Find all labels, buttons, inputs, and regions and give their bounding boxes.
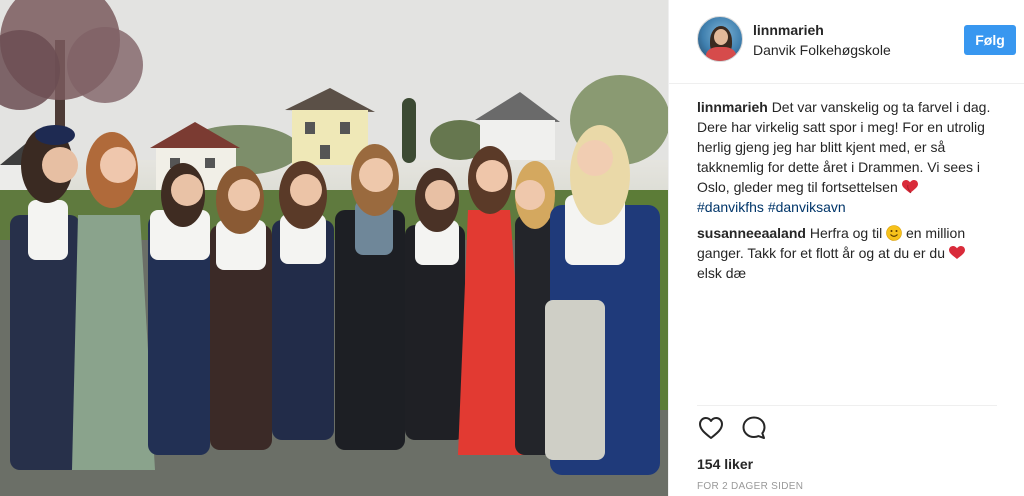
post-header: linnmarieh Danvik Folkehøgskole Følg [669, 0, 1024, 84]
header-location[interactable]: Danvik Folkehøgskole [753, 42, 891, 58]
caption: linnmarieh Det var vanskelig og ta farve… [697, 97, 1007, 217]
person-2 [72, 132, 155, 470]
smiley-emoji-icon [886, 225, 902, 241]
hashtag-link[interactable]: #danvikfhs [697, 199, 764, 215]
heart-outline-icon[interactable] [697, 414, 725, 442]
header-username[interactable]: linnmarieh [753, 22, 824, 38]
comment-text: Herfra og til [809, 225, 883, 241]
comment-username[interactable]: susanneeaaland [697, 225, 806, 241]
divider [697, 405, 997, 406]
comments-section: linnmarieh Det var vanskelig og ta farve… [697, 97, 1007, 289]
person-4 [210, 166, 272, 450]
post-sidebar: linnmarieh Danvik Folkehøgskole Følg lin… [668, 0, 1024, 496]
comment-item: susanneeaaland Herfra og til en million … [697, 223, 1007, 283]
person-6 [335, 144, 405, 450]
follow-button[interactable]: Følg [964, 25, 1016, 55]
caption-username[interactable]: linnmarieh [697, 99, 768, 115]
speech-bubble-icon[interactable] [740, 414, 768, 442]
likes-count[interactable]: 154 liker [697, 456, 753, 472]
avatar[interactable] [697, 16, 743, 62]
person-5 [272, 161, 334, 440]
post-photo[interactable] [0, 0, 668, 496]
photo-illustration [0, 0, 668, 496]
heart-emoji-icon [948, 246, 965, 259]
post-timestamp[interactable]: FOR 2 DAGER SIDEN [697, 481, 803, 492]
heart-emoji-icon [901, 180, 918, 194]
person-10 [545, 125, 660, 475]
comment-text: elsk dæ [697, 265, 747, 281]
instagram-post: linnmarieh Danvik Folkehøgskole Følg lin… [0, 0, 1024, 496]
hashtag-link[interactable]: #danviksavn [768, 199, 846, 215]
